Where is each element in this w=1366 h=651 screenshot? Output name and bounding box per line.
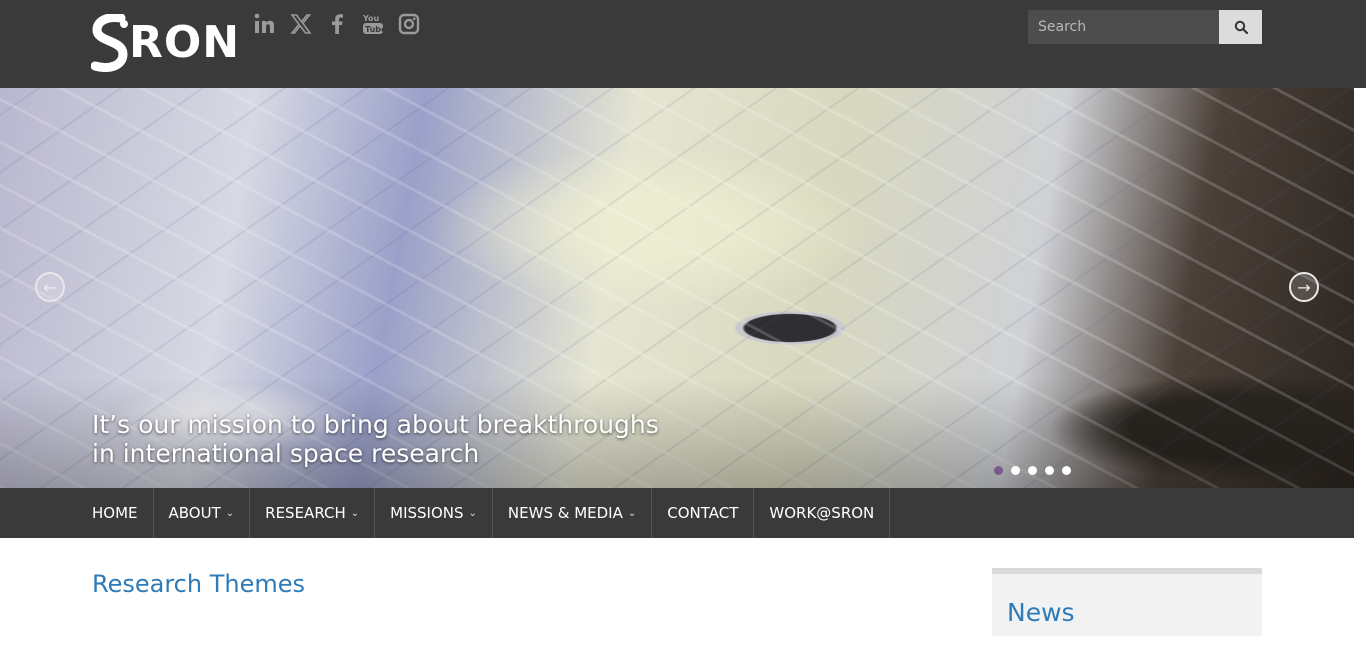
- arrow-left-icon: ←: [43, 277, 57, 297]
- nav-item-news-media[interactable]: NEWS & MEDIA ⌄: [493, 488, 653, 538]
- svg-text:You: You: [362, 14, 380, 23]
- slider-next-button[interactable]: →: [1289, 272, 1319, 302]
- nav-item-about[interactable]: ABOUT ⌄: [154, 488, 251, 538]
- x-twitter-icon[interactable]: [289, 10, 313, 38]
- slider-dot-3[interactable]: [1028, 466, 1037, 475]
- nav-item-work-at-sron[interactable]: WORK@SRON: [754, 488, 891, 538]
- main-nav: HOME ABOUT ⌄ RESEARCH ⌄ MISSIONS ⌄ NEWS & M…: [0, 488, 1354, 538]
- hero-caption: It’s our mission to bring about breakthr…: [92, 410, 732, 468]
- hero-slider: It’s our mission to bring about breakthr…: [0, 88, 1354, 488]
- search-form: [1028, 10, 1262, 44]
- hero-caption-line2: in international space research: [92, 439, 480, 468]
- search-icon: [1234, 20, 1248, 34]
- hero-caption-line1: It’s our mission to bring about breakthr…: [92, 410, 659, 439]
- sron-logo[interactable]: RON: [91, 14, 240, 72]
- news-heading[interactable]: News: [1007, 598, 1075, 627]
- slider-dot-2[interactable]: [1011, 466, 1020, 475]
- linkedin-icon[interactable]: [253, 10, 277, 38]
- svg-text:Tube: Tube: [365, 25, 385, 34]
- research-themes-heading[interactable]: Research Themes: [92, 570, 305, 598]
- nav-item-research[interactable]: RESEARCH ⌄: [250, 488, 376, 538]
- slider-dot-5[interactable]: [1062, 466, 1071, 475]
- logo-text: RON: [129, 17, 241, 68]
- slider-dot-4[interactable]: [1045, 466, 1054, 475]
- social-links: You Tube: [253, 10, 421, 38]
- nav-item-missions[interactable]: MISSIONS ⌄: [375, 488, 493, 538]
- slider-dot-1[interactable]: [994, 466, 1003, 475]
- nav-item-contact[interactable]: CONTACT: [652, 488, 755, 538]
- slider-prev-button[interactable]: ←: [35, 272, 65, 302]
- facebook-icon[interactable]: [325, 10, 349, 38]
- nav-label: NEWS & MEDIA: [507, 504, 623, 522]
- nav-item-home[interactable]: HOME: [77, 488, 154, 538]
- arrow-right-icon: →: [1297, 277, 1311, 297]
- search-input[interactable]: [1028, 10, 1219, 44]
- news-sidebar-box: News: [992, 568, 1262, 636]
- chevron-down-icon: ⌄: [225, 507, 235, 519]
- nav-label: WORK@SRON: [769, 504, 875, 522]
- instagram-icon[interactable]: [397, 10, 421, 38]
- nav-label: ABOUT: [168, 504, 221, 522]
- search-button[interactable]: [1219, 10, 1262, 44]
- slider-pagination: [994, 466, 1071, 475]
- top-header: RON You Tube: [0, 0, 1366, 88]
- chevron-down-icon: ⌄: [350, 507, 360, 519]
- nav-label: HOME: [92, 504, 138, 522]
- logo-s-mark: [91, 14, 128, 72]
- chevron-down-icon: ⌄: [468, 507, 477, 519]
- youtube-icon[interactable]: You Tube: [361, 10, 385, 38]
- nav-label: MISSIONS: [390, 504, 464, 522]
- nav-label: RESEARCH: [265, 504, 346, 522]
- chevron-down-icon: ⌄: [627, 507, 637, 519]
- nav-label: CONTACT: [667, 504, 739, 522]
